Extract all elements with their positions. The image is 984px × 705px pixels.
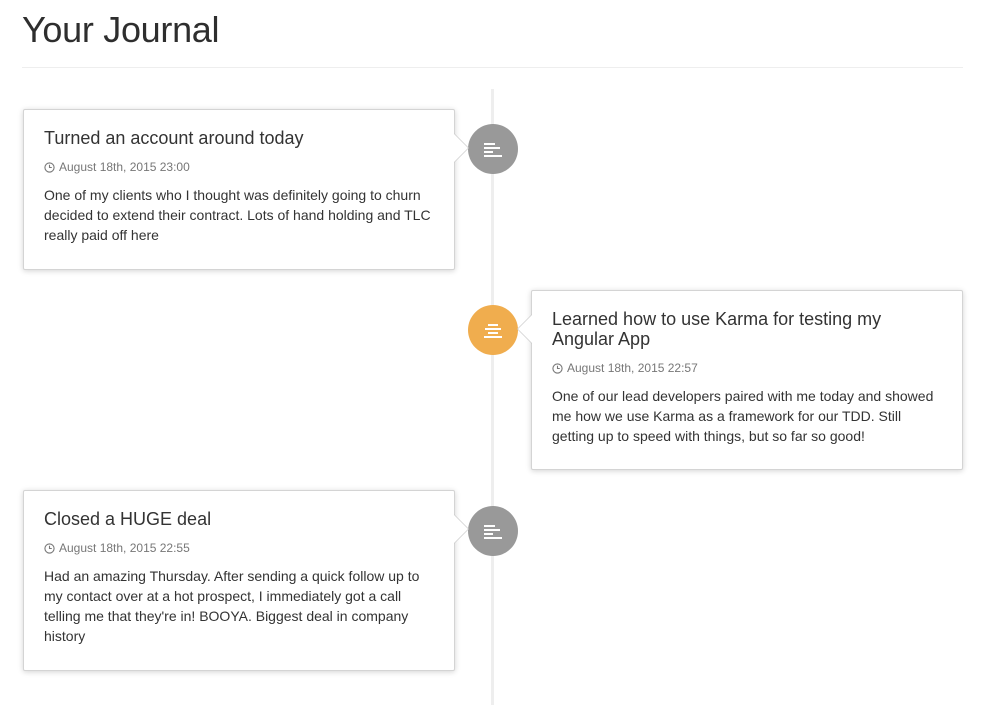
- clock-icon: [44, 161, 55, 173]
- entry-body: Had an amazing Thursday. After sending a…: [44, 568, 420, 644]
- timeline-entry: Learned how to use Karma for testing my …: [517, 290, 963, 470]
- align-center-icon: [484, 324, 502, 338]
- timeline-line: [491, 89, 494, 705]
- journal-page: Your Journal Turned an account around to…: [0, 0, 984, 705]
- timeline-badge: [468, 305, 518, 355]
- entry-title: Turned an account around today: [44, 128, 304, 148]
- timeline-badge: [468, 506, 518, 556]
- entry-title: Closed a HUGE deal: [44, 509, 212, 529]
- timeline-entry: Turned an account around today August 18…: [23, 109, 469, 270]
- align-left-icon: [484, 143, 502, 157]
- timestamp-text: August 18th, 2015 22:57: [567, 361, 698, 375]
- page-title: Your Journal: [22, 9, 220, 50]
- timestamp-text: August 18th, 2015 23:00: [59, 160, 190, 174]
- timeline-entry: Closed a HUGE deal August 18th, 2015 22:…: [23, 490, 469, 671]
- entry-timestamp: August 18th, 2015 22:57: [552, 360, 942, 376]
- align-left-icon: [484, 525, 502, 539]
- entry-timestamp: August 18th, 2015 22:55: [44, 540, 434, 556]
- timestamp-text: August 18th, 2015 22:55: [59, 541, 190, 555]
- clock-icon: [552, 362, 563, 374]
- entry-timestamp: August 18th, 2015 23:00: [44, 159, 434, 175]
- title-divider: [22, 67, 963, 68]
- clock-icon: [44, 542, 55, 554]
- entry-title: Learned how to use Karma for testing my …: [552, 309, 882, 349]
- timeline-badge: [468, 124, 518, 174]
- entry-body: One of my clients who I thought was defi…: [44, 187, 431, 243]
- entry-body: One of our lead developers paired with m…: [552, 388, 934, 444]
